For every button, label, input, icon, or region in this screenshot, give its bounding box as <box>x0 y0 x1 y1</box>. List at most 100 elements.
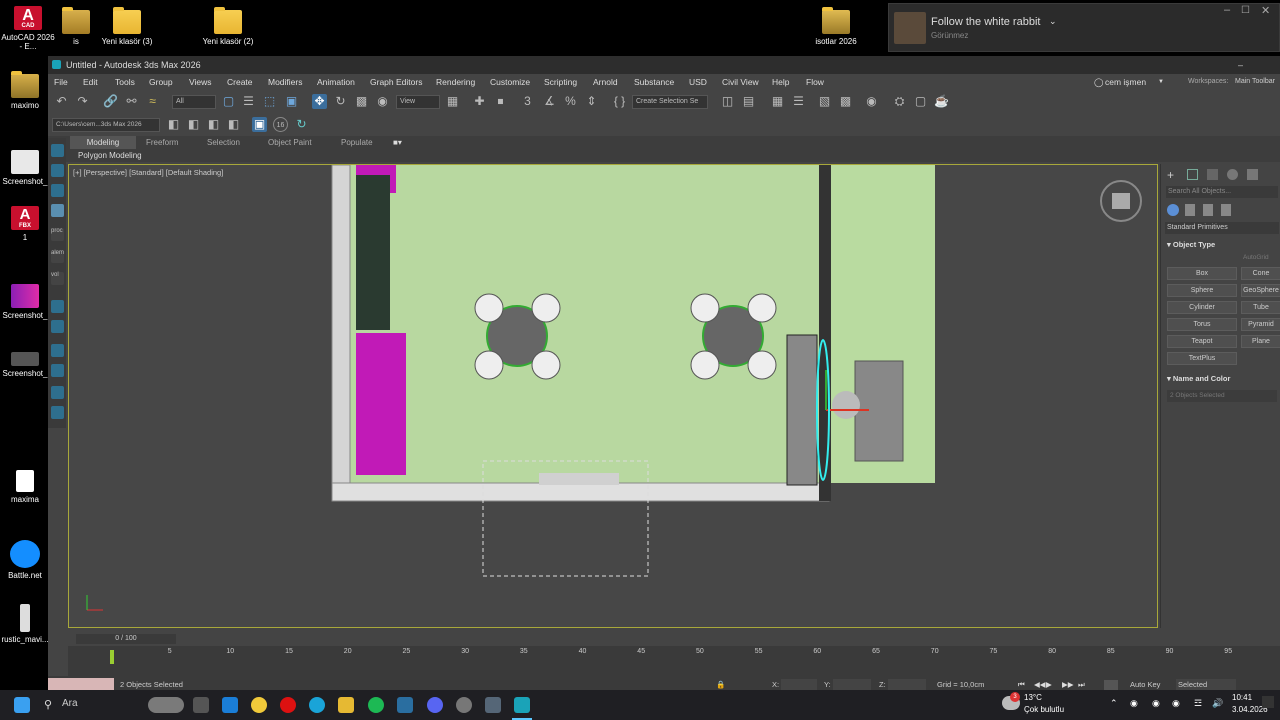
curve-editor-icon[interactable]: ▧ <box>817 94 832 109</box>
layout-icon[interactable] <box>51 320 64 333</box>
file-explorer-icon[interactable] <box>338 697 354 713</box>
undo-icon[interactable]: ↶ <box>54 94 69 109</box>
menu-file[interactable]: File <box>54 74 68 90</box>
adaptive-degradation-icon[interactable]: ↻ <box>294 117 309 132</box>
track-bar[interactable]: 5 10 15 20 25 30 35 40 45 50 55 60 65 70 75 80 85 90 95 <box>68 646 1280 676</box>
time-cursor[interactable] <box>110 650 114 664</box>
render-frame-icon[interactable]: ▢ <box>913 94 928 109</box>
percent-snap-icon[interactable]: % <box>563 94 578 109</box>
object-type-rollout[interactable]: ▾ Object Type <box>1167 240 1215 249</box>
lights-category-icon[interactable] <box>1203 204 1213 216</box>
search-icon[interactable]: ⚲ <box>44 698 52 711</box>
proc-icon[interactable]: proc <box>51 228 64 241</box>
tray-icon[interactable]: ◉ <box>1172 698 1180 709</box>
isolate-icon[interactable]: ▣ <box>252 117 267 132</box>
opera-icon[interactable] <box>280 697 296 713</box>
hierarchy-tab-icon[interactable] <box>1207 169 1218 180</box>
name-color-rollout[interactable]: ▾ Name and Color <box>1167 374 1230 383</box>
material-editor-icon[interactable]: ◉ <box>864 94 879 109</box>
selection-filter-dropdown[interactable]: All <box>172 95 216 109</box>
select-object-icon[interactable]: ▢ <box>221 94 236 109</box>
mirror-icon[interactable]: ◫ <box>720 94 735 109</box>
unlink-icon[interactable]: ⚯ <box>124 94 139 109</box>
app-icon[interactable] <box>485 697 501 713</box>
notification-icon[interactable] <box>1262 696 1274 708</box>
menu-civil-view[interactable]: Civil View <box>722 74 759 90</box>
rotate-icon[interactable]: ↻ <box>333 94 348 109</box>
align-icon[interactable]: ▤ <box>741 94 756 109</box>
torus-button[interactable]: Torus <box>1167 318 1237 331</box>
cameras-category-icon[interactable] <box>1221 204 1231 216</box>
create-tab-icon[interactable]: + <box>1167 168 1174 182</box>
rectangular-selection-icon[interactable]: ⬚ <box>262 94 277 109</box>
workspace-select[interactable]: Main Toolbar <box>1235 74 1275 90</box>
3dsmax-taskbar-icon[interactable] <box>514 697 530 713</box>
desktop-icon-battlenet[interactable]: Battle.net <box>0 540 53 580</box>
cone-button[interactable]: Cone <box>1241 267 1280 280</box>
window-minimize-icon[interactable]: – <box>1238 56 1243 74</box>
menu-modifiers[interactable]: Modifiers <box>268 74 302 90</box>
spinner-snap-icon[interactable]: ⇕ <box>584 94 599 109</box>
bind-space-warp-icon[interactable]: ≈ <box>145 94 160 109</box>
wifi-icon[interactable]: ☲ <box>1194 698 1202 709</box>
media-notification[interactable]: Follow the white rabbit ⌄ Görünmez – ☐ ✕ <box>888 3 1280 52</box>
taskbar-search[interactable]: Ara <box>62 698 78 709</box>
autogrid-checkbox[interactable]: AutoGrid <box>1243 254 1269 261</box>
shapes-category-icon[interactable] <box>1185 204 1195 216</box>
schematic-view-icon[interactable]: ▩ <box>838 94 853 109</box>
menu-usd[interactable]: USD <box>689 74 707 90</box>
vol-icon[interactable]: vol <box>51 272 64 285</box>
windows-start-icon[interactable] <box>14 697 30 713</box>
scale-icon[interactable]: ▩ <box>354 94 369 109</box>
layout-icon[interactable] <box>51 184 64 197</box>
tray-icon[interactable]: ◉ <box>1130 698 1138 709</box>
perspective-viewport[interactable]: [+] [Perspective] [Standard] [Default Sh… <box>68 164 1158 628</box>
menu-tools[interactable]: Tools <box>115 74 135 90</box>
steam-icon[interactable] <box>397 697 413 713</box>
teapot-button[interactable]: Teapot <box>1167 335 1237 348</box>
maximize-icon[interactable]: ☐ <box>1241 5 1250 16</box>
move-icon[interactable]: ✥ <box>312 94 327 109</box>
sphere-button[interactable]: Sphere <box>1167 284 1237 297</box>
window-crossing-icon[interactable]: ▣ <box>284 94 299 109</box>
menu-customize[interactable]: Customize <box>490 74 530 90</box>
layout-icon[interactable] <box>51 300 64 313</box>
user-menu[interactable]: cem işmen <box>1105 74 1146 90</box>
display-tab-icon[interactable] <box>1247 169 1258 180</box>
plane-button[interactable]: Plane <box>1241 335 1280 348</box>
close-icon[interactable]: ✕ <box>1261 4 1270 17</box>
geometry-category-icon[interactable] <box>1167 204 1179 216</box>
edge-icon[interactable] <box>309 697 325 713</box>
ribbon-tab-object-paint[interactable]: Object Paint <box>268 136 312 149</box>
layout-icon[interactable] <box>51 204 64 217</box>
desktop-icon-yeni-klasor-3[interactable]: Yeni klasör (3) <box>99 7 155 46</box>
desktop-icon-screenshot-2[interactable]: Screenshot_ <box>0 284 53 320</box>
category-dropdown[interactable]: Standard Primitives <box>1165 222 1279 234</box>
snaps-toggle-icon[interactable]: 3 <box>520 94 535 109</box>
desktop-icon-fbx[interactable]: A FBX 1 <box>0 206 53 242</box>
ribbon-tab-selection[interactable]: Selection <box>207 136 240 149</box>
reference-coordinate-dropdown[interactable]: View <box>396 95 440 109</box>
discord-icon[interactable] <box>427 697 443 713</box>
menu-substance[interactable]: Substance <box>634 74 674 90</box>
place-icon[interactable]: ◉ <box>375 94 390 109</box>
layout-icon[interactable] <box>51 144 64 157</box>
tray-icon[interactable]: ◉ <box>1152 698 1160 709</box>
desktop-icon-screenshot-1[interactable]: Screenshot_ <box>0 150 53 186</box>
desktop-icon-screenshot-3[interactable]: Screenshot_ <box>0 352 53 378</box>
keyboard-shortcut-icon[interactable]: ⏹ <box>493 94 508 109</box>
clock-time[interactable]: 10:41 <box>1232 693 1252 702</box>
menu-rendering[interactable]: Rendering <box>436 74 475 90</box>
menu-create[interactable]: Create <box>227 74 253 90</box>
set-project-icon[interactable]: ◧ <box>186 117 201 132</box>
chevron-up-icon[interactable]: ⌃ <box>1110 698 1118 709</box>
settings-icon[interactable] <box>456 697 472 713</box>
layout-icon[interactable] <box>51 406 64 419</box>
project-folder-icon[interactable]: ◧ <box>166 117 181 132</box>
angle-snap-icon[interactable]: ∡ <box>542 94 557 109</box>
minimize-icon[interactable]: – <box>1224 4 1230 16</box>
layout-icon[interactable] <box>51 164 64 177</box>
menu-edit[interactable]: Edit <box>83 74 98 90</box>
desktop-icon-isotlar[interactable]: isotlar 2026 <box>806 7 866 46</box>
pivot-center-icon[interactable]: ▦ <box>445 94 460 109</box>
